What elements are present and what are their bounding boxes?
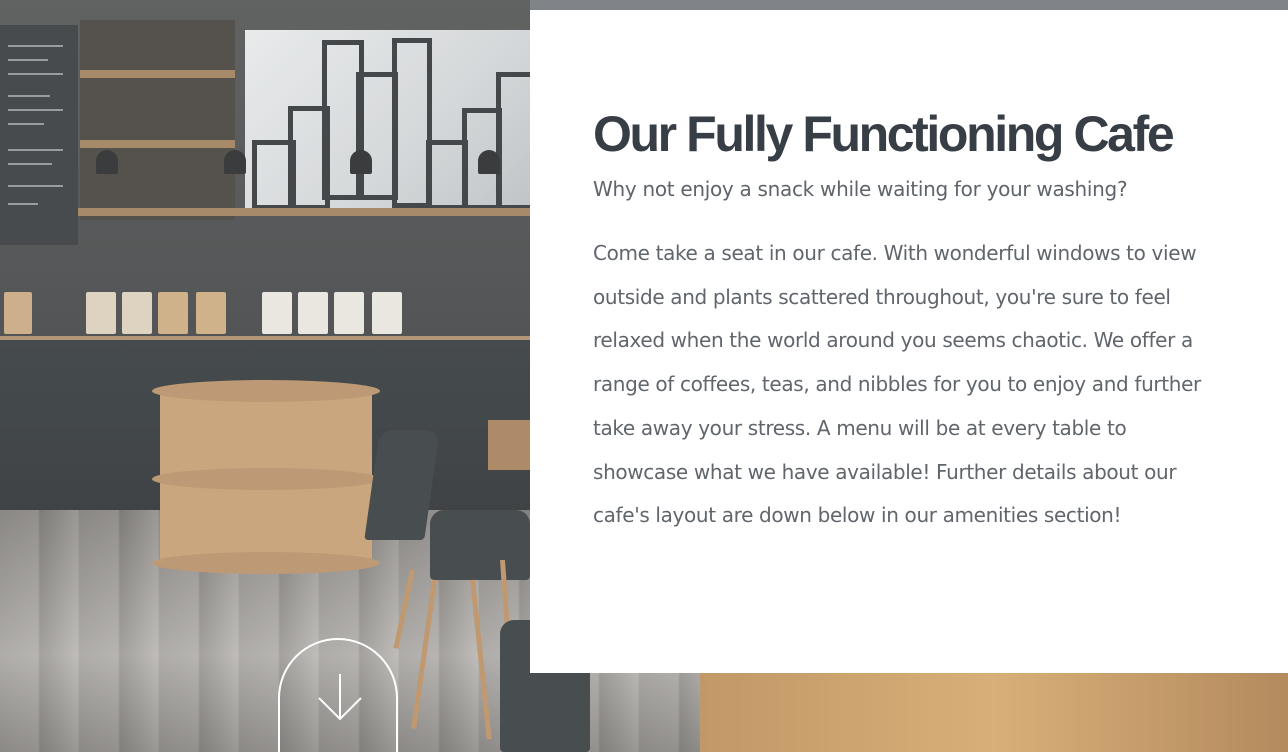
cafe-info-card: Our Fully Functioning Cafe Why not enjoy… xyxy=(530,10,1288,673)
cafe-description: Come take a seat in our cafe. With wonde… xyxy=(593,241,1201,528)
scroll-down-button[interactable] xyxy=(278,638,398,752)
page-subtitle: Why not enjoy a snack while waiting for … xyxy=(593,177,1128,201)
arrow-down-icon xyxy=(318,674,362,721)
cafe-section: Our Fully Functioning Cafe Why not enjoy… xyxy=(0,0,1288,752)
page-title: Our Fully Functioning Cafe xyxy=(593,106,1175,162)
